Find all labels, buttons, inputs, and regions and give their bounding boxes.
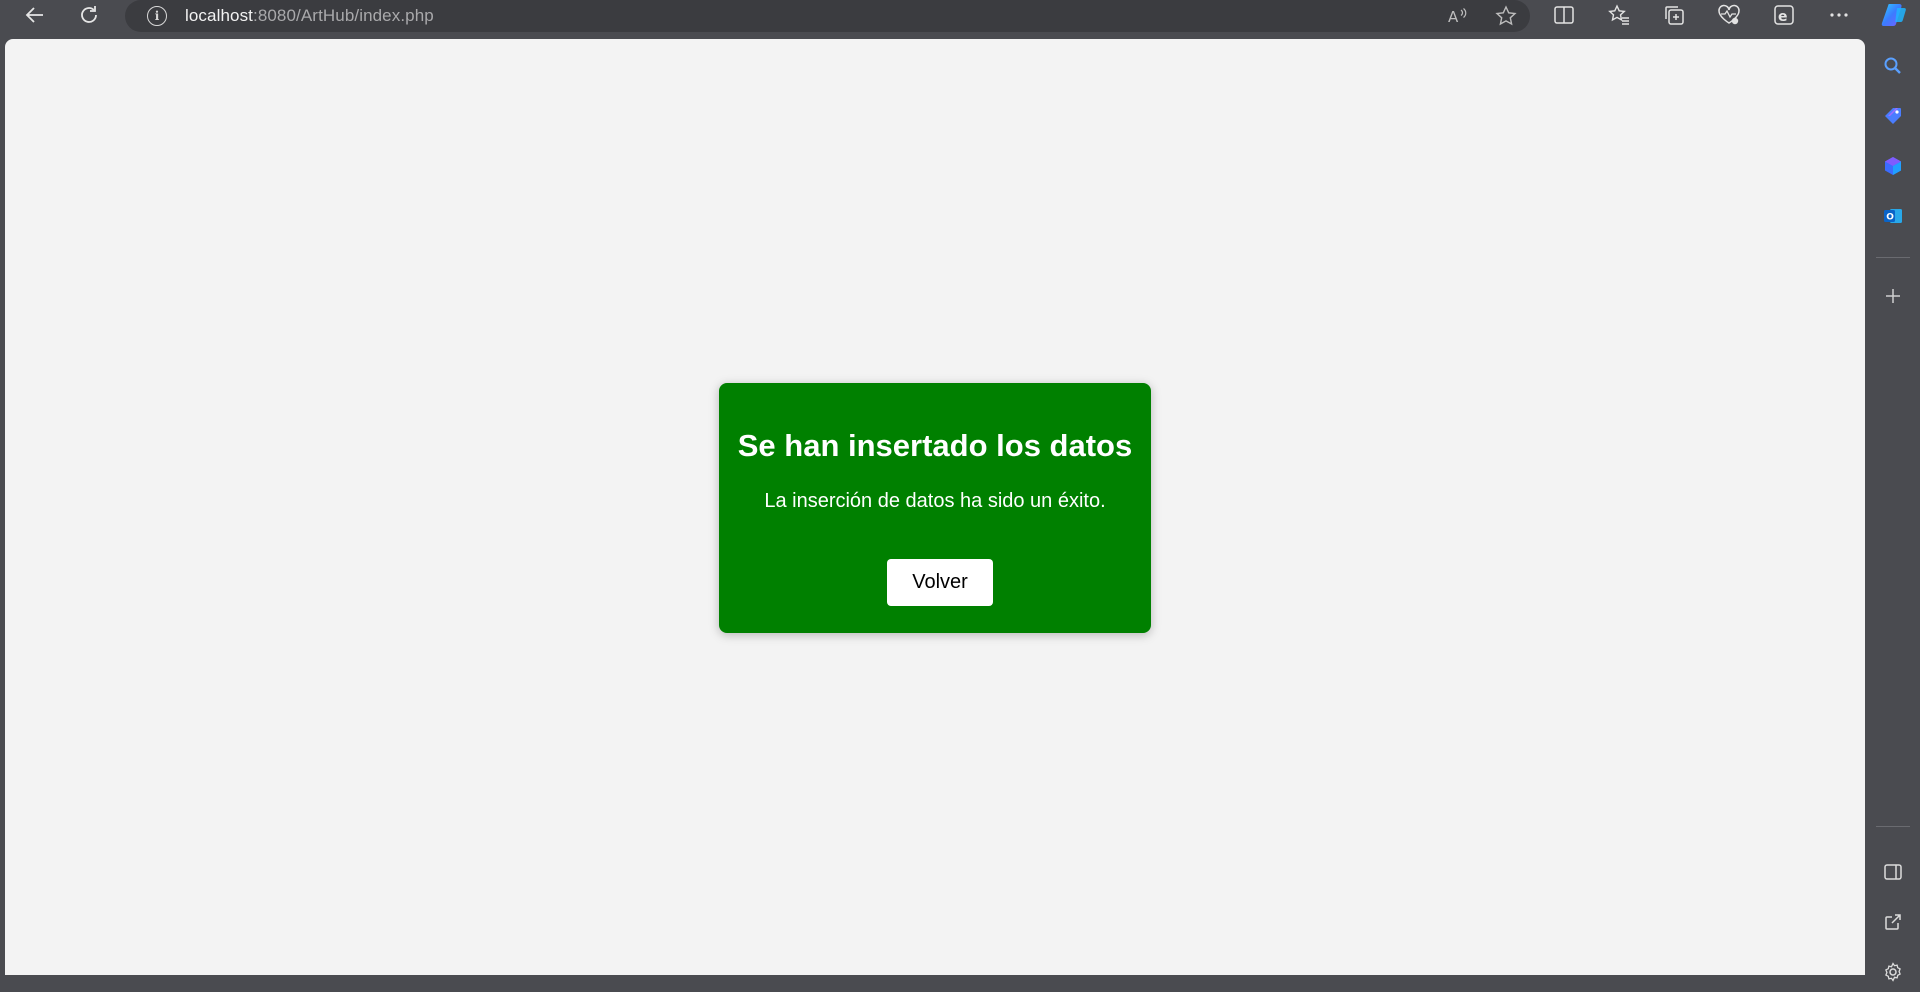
split-screen-icon[interactable] xyxy=(1536,0,1591,30)
back-arrow-icon[interactable] xyxy=(15,0,55,30)
star-icon[interactable] xyxy=(1482,0,1530,32)
url-path: :8080/ArtHub/index.php xyxy=(253,6,434,25)
svg-text:e: e xyxy=(1778,9,1788,25)
copilot-icon[interactable] xyxy=(1877,0,1911,30)
svg-text:A: A xyxy=(1448,8,1459,26)
search-icon[interactable] xyxy=(1866,46,1920,86)
svg-text:O: O xyxy=(1886,213,1894,223)
success-card: Se han insertado los datos La inserción … xyxy=(719,383,1151,633)
volver-button[interactable]: Volver xyxy=(887,559,993,606)
more-icon[interactable] xyxy=(1811,0,1866,30)
shopping-tag-icon[interactable] xyxy=(1866,96,1920,136)
outlook-icon[interactable]: O xyxy=(1866,196,1920,236)
success-title: Se han insertado los datos xyxy=(737,428,1133,463)
url-host: localhost xyxy=(185,6,253,25)
office-icon[interactable] xyxy=(1866,146,1920,186)
info-icon[interactable]: i xyxy=(147,6,167,26)
url-text[interactable]: localhost:8080/ArtHub/index.php xyxy=(185,6,434,26)
settings-icon[interactable] xyxy=(1866,952,1920,992)
read-aloud-icon[interactable]: A xyxy=(1434,0,1482,32)
refresh-icon[interactable] xyxy=(69,0,109,30)
browser-toolbar: i localhost:8080/ArtHub/index.php A e xyxy=(0,0,1920,38)
browser-sidebar: O xyxy=(1866,38,1920,982)
page-viewport: Se han insertado los datos La inserción … xyxy=(5,39,1865,975)
favorites-icon[interactable] xyxy=(1591,0,1646,30)
ie-mode-icon[interactable]: e xyxy=(1756,0,1811,30)
sidebar-toggle-icon[interactable] xyxy=(1866,852,1920,892)
success-message: La inserción de datos ha sido un éxito. xyxy=(764,490,1106,512)
address-bar[interactable]: i localhost:8080/ArtHub/index.php A xyxy=(125,0,1530,32)
browser-essentials-icon[interactable] xyxy=(1701,0,1756,30)
add-icon[interactable] xyxy=(1866,276,1920,316)
collections-icon[interactable] xyxy=(1646,0,1701,30)
external-link-icon[interactable] xyxy=(1866,902,1920,942)
